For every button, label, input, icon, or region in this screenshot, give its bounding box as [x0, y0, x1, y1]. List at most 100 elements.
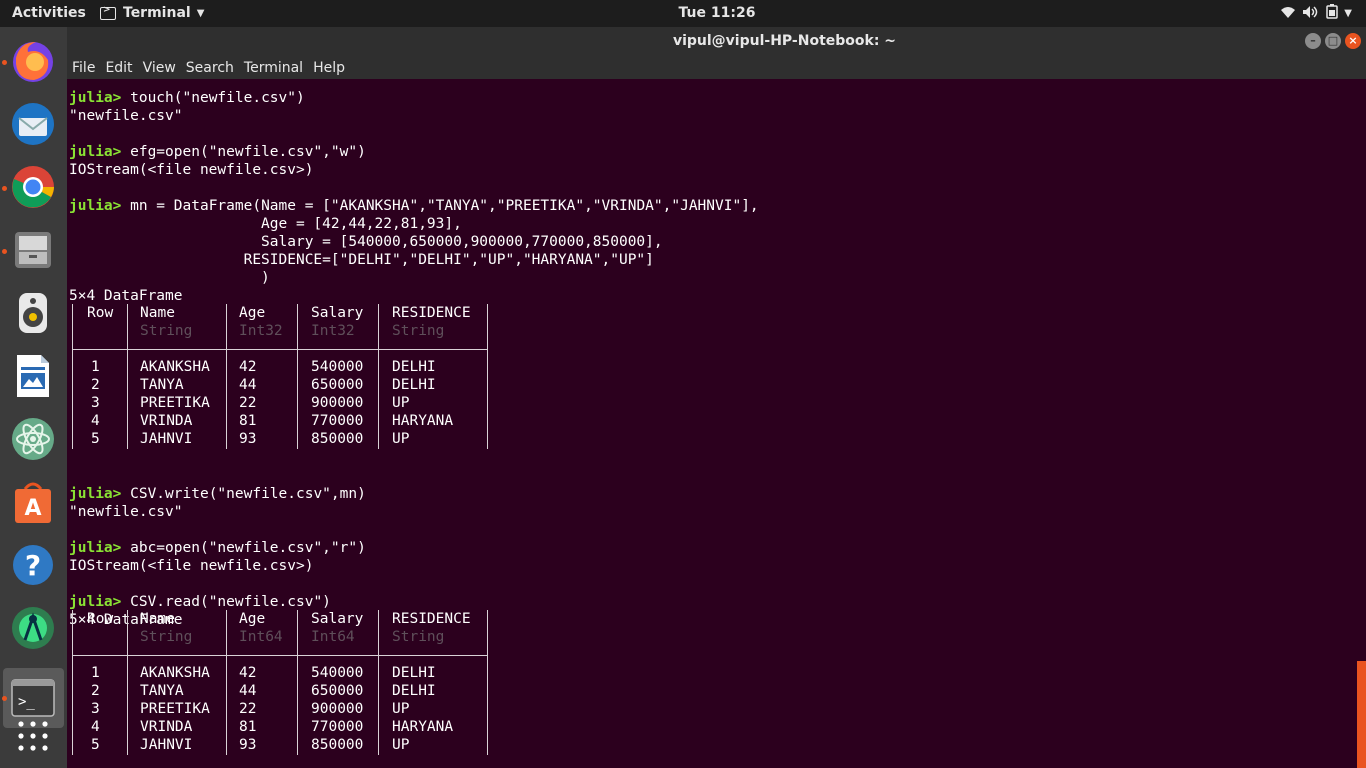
table-cell: 22 — [239, 395, 257, 411]
table-cell: JAHNVI — [140, 431, 193, 447]
menu-file[interactable]: File — [67, 55, 100, 79]
table-cell: PREETIKA — [140, 701, 210, 717]
menu-bar: File Edit View Search Terminal Help — [67, 55, 1366, 79]
table-cell: VRINDA — [140, 413, 193, 429]
table-cell: HARYANA — [392, 413, 454, 429]
column-header: Row — [87, 305, 114, 321]
column-header: Salary — [311, 611, 364, 627]
julia-prompt: julia> — [69, 486, 122, 502]
table-cell: 5 — [91, 431, 100, 447]
table-column-divider — [226, 304, 227, 449]
window-titlebar[interactable]: vipul@vipul-HP-Notebook: ~ – □ × — [67, 27, 1366, 55]
julia-prompt: julia> — [69, 594, 122, 610]
table-cell: DELHI — [392, 665, 436, 681]
terminal-output-line: 5×4 DataFrame — [69, 287, 759, 305]
column-type: String — [392, 629, 445, 645]
table-cell: UP — [392, 395, 410, 411]
table-cell: 44 — [239, 377, 257, 393]
files-icon[interactable] — [8, 225, 58, 275]
svg-text:>_: >_ — [18, 694, 35, 710]
table-cell: 4 — [91, 719, 100, 735]
table-cell: 770000 — [311, 413, 364, 429]
terminal-output-line: Salary = [540000,650000,900000,770000,85… — [69, 233, 759, 251]
julia-prompt: julia> — [69, 540, 122, 556]
svg-text:A: A — [24, 496, 41, 521]
column-header: RESIDENCE — [392, 611, 471, 627]
terminal-command-line: julia> abc=open("newfile.csv","r") — [69, 539, 759, 557]
table-column-divider — [487, 304, 488, 449]
dataframe-table: Row Name Age Salary RESIDENCE String Int32 Int3… — [72, 304, 488, 449]
table-cell: UP — [392, 737, 410, 753]
julia-prompt: julia> — [69, 144, 122, 160]
terminal-command-line: julia> CSV.write("newfile.csv",mn) — [69, 485, 759, 503]
show-applications-icon[interactable] — [8, 711, 58, 761]
table-cell: 81 — [239, 413, 257, 429]
column-header: Row — [87, 611, 114, 627]
terminal-output-line: IOStream(<file newfile.csv>) — [69, 557, 759, 575]
table-cell: JAHNVI — [140, 737, 193, 753]
battery-icon — [1326, 4, 1339, 23]
column-type: String — [392, 323, 445, 339]
atom-icon[interactable] — [8, 414, 58, 464]
clock[interactable]: Tue 11:26 — [0, 5, 1366, 21]
software-center-icon[interactable]: A — [8, 477, 58, 527]
menu-view[interactable]: View — [138, 55, 181, 79]
running-indicator — [2, 60, 7, 65]
table-cell: 650000 — [311, 683, 364, 699]
table-column-divider — [127, 610, 128, 755]
column-type: Int32 — [239, 323, 283, 339]
table-cell: 93 — [239, 737, 257, 753]
thunderbird-icon[interactable] — [8, 99, 58, 149]
wifi-icon — [1280, 5, 1296, 23]
table-cell: 650000 — [311, 377, 364, 393]
menu-search[interactable]: Search — [181, 55, 239, 79]
menu-help[interactable]: Help — [308, 55, 350, 79]
system-tray[interactable]: ▼ — [1280, 4, 1352, 23]
table-cell: AKANKSHA — [140, 359, 210, 375]
table-cell: 5 — [91, 737, 100, 753]
terminal-line-text: "newfile.csv" — [69, 108, 183, 124]
terminal-line-text: IOStream(<file newfile.csv>) — [69, 558, 314, 574]
android-studio-icon[interactable] — [8, 603, 58, 653]
terminal-command-line: julia> touch("newfile.csv") — [69, 89, 759, 107]
terminal-line-text: CSV.write("newfile.csv",mn) — [121, 486, 366, 502]
menu-terminal[interactable]: Terminal — [239, 55, 308, 79]
table-cell: 900000 — [311, 395, 364, 411]
terminal-output-line: RESIDENCE=["DELHI","DELHI","UP","HARYANA… — [69, 251, 759, 269]
dock: A ? >_ — [0, 27, 67, 768]
scrollbar-thumb[interactable] — [1357, 661, 1366, 768]
terminal-line-text: mn = DataFrame(Name = ["AKANKSHA","TANYA… — [121, 198, 759, 214]
help-icon[interactable]: ? — [8, 540, 58, 590]
close-icon[interactable]: × — [1345, 33, 1361, 49]
julia-prompt: julia> — [69, 90, 122, 106]
firefox-icon[interactable] — [8, 36, 58, 86]
terminal-line-text: Salary = [540000,650000,900000,770000,85… — [69, 234, 663, 250]
table-column-divider — [378, 610, 379, 755]
terminal-output-line: "newfile.csv" — [69, 107, 759, 125]
column-header: Name — [140, 305, 175, 321]
table-cell: 1 — [91, 359, 100, 375]
minimize-icon[interactable]: – — [1305, 33, 1321, 49]
chrome-icon[interactable] — [8, 162, 58, 212]
rhythmbox-icon[interactable] — [8, 288, 58, 338]
window-title: vipul@vipul-HP-Notebook: ~ — [672, 33, 897, 49]
maximize-icon[interactable]: □ — [1325, 33, 1341, 49]
table-column-divider — [226, 610, 227, 755]
column-header: Age — [239, 611, 266, 627]
terminal-line-text: CSV.read("newfile.csv") — [121, 594, 331, 610]
column-type: Int64 — [239, 629, 283, 645]
table-cell: 850000 — [311, 431, 364, 447]
terminal-output-line: "newfile.csv" — [69, 503, 759, 521]
libreoffice-writer-icon[interactable] — [8, 351, 58, 401]
menu-edit[interactable]: Edit — [100, 55, 137, 79]
terminal-line-text: ) — [69, 270, 270, 286]
top-bar: Activities Terminal ▼ Tue 11:26 ▼ — [0, 0, 1366, 27]
table-cell: 42 — [239, 359, 257, 375]
table-cell: VRINDA — [140, 719, 193, 735]
table-cell: TANYA — [140, 377, 184, 393]
table-cell: PREETIKA — [140, 395, 210, 411]
terminal-output-line: ) — [69, 269, 759, 287]
